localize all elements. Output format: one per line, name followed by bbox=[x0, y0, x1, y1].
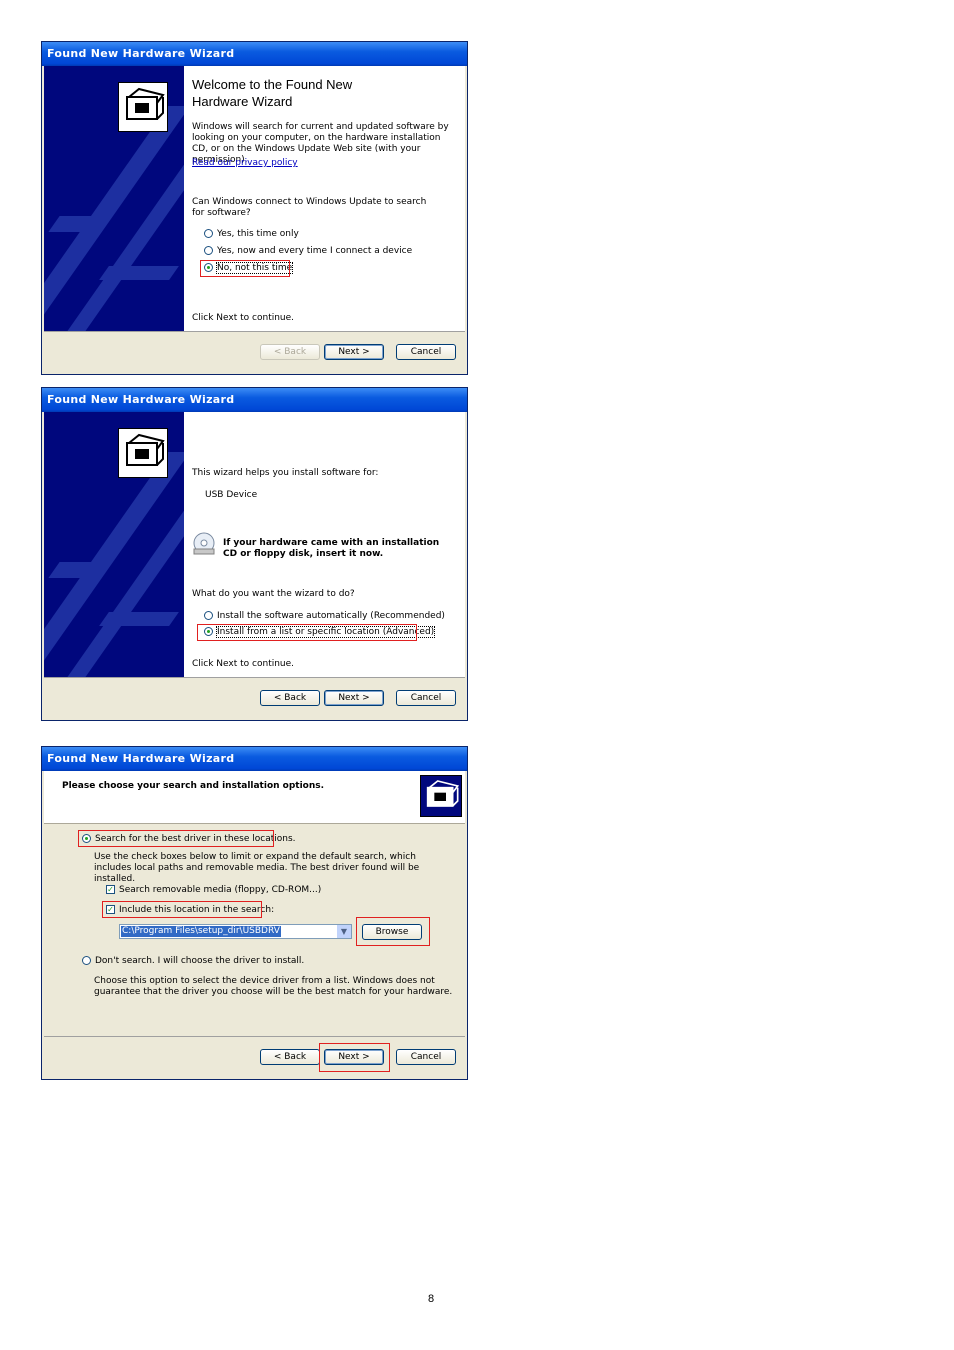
option-yes-once[interactable]: Yes, this time only bbox=[204, 229, 299, 240]
cancel-button[interactable]: Cancel bbox=[396, 1049, 456, 1065]
radio-icon bbox=[82, 956, 91, 965]
check-icon: ✓ bbox=[106, 885, 115, 894]
helps-text: This wizard helps you install software f… bbox=[192, 468, 379, 478]
page-number: 8 bbox=[428, 1293, 435, 1305]
highlight-box bbox=[102, 901, 262, 918]
checkbox-removable-media[interactable]: ✓ Search removable media (floppy, CD-ROM.… bbox=[106, 885, 321, 896]
highlight-box bbox=[356, 917, 430, 946]
cd-icon bbox=[192, 531, 216, 559]
question-text: What do you want the wizard to do? bbox=[192, 589, 355, 599]
location-input[interactable]: C:\Program Files\setup_dir\USBDRV bbox=[121, 926, 281, 937]
wizard-side-panel bbox=[44, 66, 184, 333]
wizard-side-panel bbox=[44, 412, 184, 679]
wizard-dialog-install: Found New Hardware Wizard This wizard he… bbox=[41, 387, 468, 721]
dont-search-description: Choose this option to select the device … bbox=[94, 976, 453, 997]
radio-icon bbox=[204, 611, 213, 620]
header-text: Please choose your search and installati… bbox=[62, 781, 325, 791]
checkbox-label: Search removable media (floppy, CD-ROM..… bbox=[119, 885, 322, 895]
search-description: Use the check boxes below to limit or ex… bbox=[94, 852, 420, 884]
wizard-body: This wizard helps you install software f… bbox=[44, 412, 465, 679]
highlight-box bbox=[78, 830, 274, 847]
wizard-footer: < Back Next > Cancel bbox=[44, 677, 465, 718]
wizard-dialog-search-options: Found New Hardware Wizard Please choose … bbox=[41, 746, 468, 1080]
hardware-icon bbox=[420, 775, 462, 817]
highlight-box bbox=[197, 624, 417, 641]
dialog-title: Found New Hardware Wizard bbox=[42, 388, 467, 412]
hardware-icon bbox=[118, 82, 168, 132]
cancel-button[interactable]: Cancel bbox=[396, 690, 456, 706]
radio-icon bbox=[204, 246, 213, 255]
wizard-heading: Welcome to the Found New Hardware Wizard bbox=[192, 77, 353, 109]
highlight-box bbox=[319, 1043, 390, 1072]
privacy-policy-link[interactable]: Read our privacy policy bbox=[192, 158, 298, 169]
wizard-footer: < Back Next > Cancel bbox=[44, 1036, 465, 1077]
back-button[interactable]: < Back bbox=[260, 690, 320, 706]
device-name: USB Device bbox=[205, 490, 258, 500]
highlight-box bbox=[200, 260, 290, 277]
next-button[interactable]: Next > bbox=[324, 690, 384, 706]
location-combobox[interactable]: C:\Program Files\setup_dir\USBDRV ▼ bbox=[119, 924, 352, 939]
option-label: Yes, now and every time I connect a devi… bbox=[217, 246, 413, 256]
option-label: Don't search. I will choose the driver t… bbox=[95, 956, 305, 966]
cancel-button[interactable]: Cancel bbox=[396, 344, 456, 360]
continue-text: Click Next to continue. bbox=[192, 659, 295, 669]
option-label: Install the software automatically (Reco… bbox=[217, 611, 445, 621]
dialog-title: Found New Hardware Wizard bbox=[42, 42, 467, 66]
wizard-header: Please choose your search and installati… bbox=[44, 771, 465, 824]
hardware-icon bbox=[118, 428, 168, 478]
back-button[interactable]: < Back bbox=[260, 344, 320, 360]
wizard-footer: < Back Next > Cancel bbox=[44, 331, 465, 372]
option-dont-search[interactable]: Don't search. I will choose the driver t… bbox=[82, 956, 304, 967]
option-yes-always[interactable]: Yes, now and every time I connect a devi… bbox=[204, 246, 412, 257]
wizard-content: Welcome to the Found New Hardware Wizard… bbox=[192, 66, 459, 333]
next-button[interactable]: Next > bbox=[324, 344, 384, 360]
wizard-content: This wizard helps you install software f… bbox=[192, 412, 459, 679]
back-button[interactable]: < Back bbox=[260, 1049, 320, 1065]
option-label: Yes, this time only bbox=[217, 229, 299, 239]
wizard-body: Welcome to the Found New Hardware Wizard… bbox=[44, 66, 465, 333]
question-text: Can Windows connect to Windows Update to… bbox=[192, 197, 427, 218]
chevron-down-icon[interactable]: ▼ bbox=[337, 925, 351, 938]
options-area: Search for the best driver in these loca… bbox=[44, 824, 465, 1038]
radio-icon bbox=[204, 229, 213, 238]
cd-instruction: If your hardware came with an installati… bbox=[223, 538, 440, 559]
wizard-dialog-welcome: Found New Hardware Wizard Welcome to the… bbox=[41, 41, 468, 375]
option-automatic[interactable]: Install the software automatically (Reco… bbox=[204, 611, 445, 622]
continue-text: Click Next to continue. bbox=[192, 313, 295, 323]
dialog-title: Found New Hardware Wizard bbox=[42, 747, 467, 771]
